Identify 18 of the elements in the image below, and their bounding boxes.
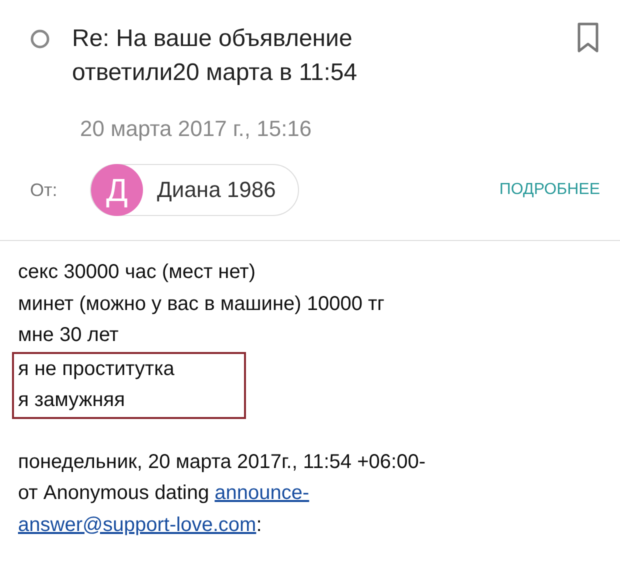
sender-chip[interactable]: Д Диана 1986 <box>90 164 299 216</box>
status-circle-icon <box>30 29 50 49</box>
quote-colon: : <box>256 514 262 536</box>
body-line: мне 30 лет <box>18 323 120 348</box>
quote-from: от Anonymous dating <box>18 482 210 504</box>
subject-line: ответили20 марта в 11:54 <box>72 58 358 88</box>
quote-line: понедельник, 20 марта 2017г., 11:54 +06:00- <box>18 450 426 474</box>
body-line: я не проститутка <box>18 356 176 382</box>
email-link[interactable]: announce- <box>214 482 310 504</box>
sender-avatar: Д <box>91 164 143 216</box>
email-link[interactable]: answer@support-love.com <box>18 514 256 536</box>
message-date: 20 марта 2017 г., 15:16 <box>80 116 313 142</box>
from-label: От: <box>30 180 58 200</box>
body-line: минет (можно у вас в машине) 10000 тг <box>18 292 386 316</box>
body-line: секс 30000 час (мест нет) <box>18 260 256 285</box>
bookmark-icon[interactable] <box>576 22 600 54</box>
subject-line: Re: На ваше объявление <box>72 24 354 54</box>
body-line: я замужняя <box>18 388 126 413</box>
